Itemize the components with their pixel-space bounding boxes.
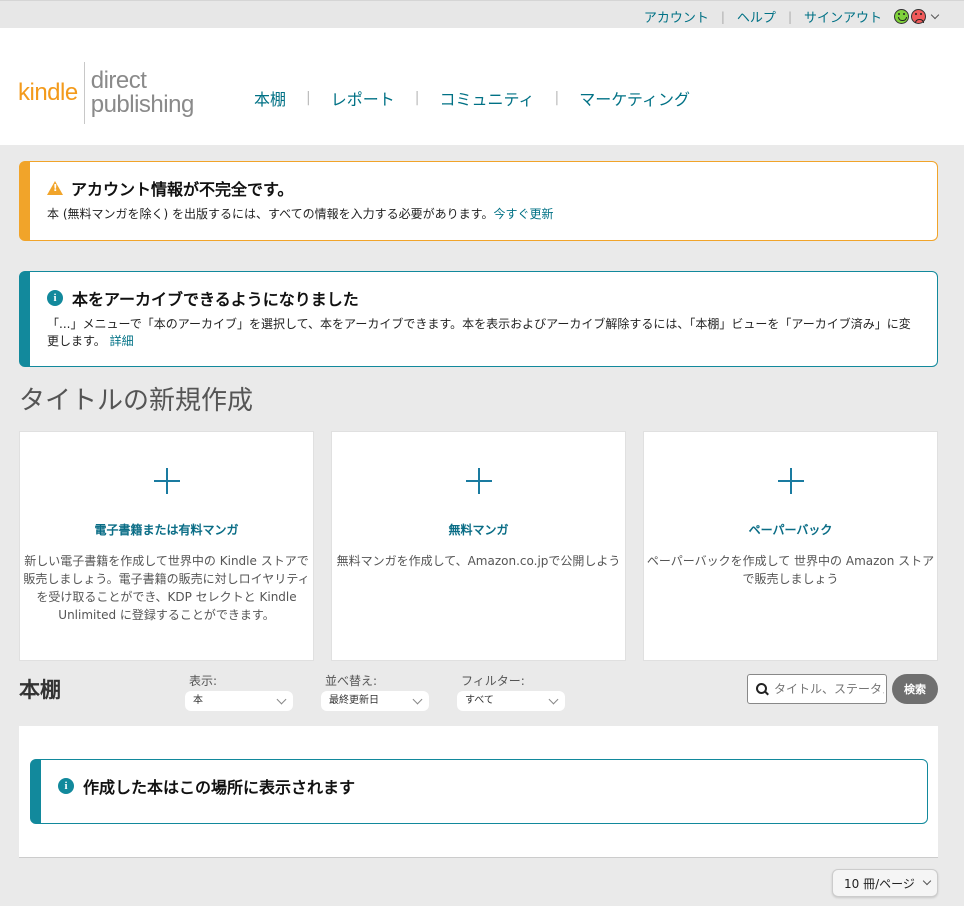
per-page-select[interactable]: 10 冊/ページ [832,869,938,897]
chevron-down-icon[interactable] [930,10,940,19]
top-utility-bar: アカウント | ヘルプ | サインアウト [0,0,964,28]
filter-select[interactable]: すべて [457,691,565,711]
account-links: アカウント | ヘルプ | サインアウト [644,7,940,26]
display-label: 表示: [189,674,218,688]
card-description: ペーパーバックを作成して 世界中の Amazon ストアで販売しましょう [646,554,935,586]
warning-icon [47,181,63,195]
info-title-text: 本をアーカイブできるようになりました [72,290,359,309]
display-control: 表示: 本 [185,672,293,711]
sort-select[interactable]: 最終更新日 [321,691,429,711]
empty-message-text: 作成した本はこの場所に表示されます [83,778,356,797]
alert-body: 「...」メニューで「本のアーカイブ」を選択して、本をアーカイブできます。本を表… [47,316,919,350]
alert-title: i 作成した本はこの場所に表示されます [58,774,355,798]
search-button[interactable]: 検索 [892,674,938,704]
warning-body-text: 本 (無料マンガを除く) を出版するには、すべての情報を入力する必要があります。 [47,207,494,221]
bookshelf-panel: i 作成した本はこの場所に表示されます [19,726,938,858]
logo-kindle-text: kindle [18,79,78,106]
plus-icon [777,468,804,494]
create-ebook-card[interactable]: 電子書籍または有料マンガ 新しい電子書籍を作成して世界中の Kindle ストア… [19,431,314,661]
account-incomplete-alert: アカウント情報が不完全です。 本 (無料マンガを除く) を出版するには、すべての… [19,161,938,241]
separator: | [414,90,420,106]
per-page-value: 10 冊/ページ [844,876,915,891]
card-title[interactable]: 無料マンガ [332,521,625,538]
empty-shelf-alert: i 作成した本はこの場所に表示されます [30,759,928,824]
search-icon [756,683,768,695]
logo-divider [83,62,85,124]
signout-link[interactable]: サインアウト [804,7,882,26]
info-body-text: 「...」メニューで「本のアーカイブ」を選択して、本をアーカイブできます。本を表… [47,317,911,348]
sad-face-icon[interactable] [911,9,926,24]
create-title-heading: タイトルの新規作成 [19,386,254,416]
card-title[interactable]: ペーパーバック [644,521,937,538]
alert-body: 本 (無料マンガを除く) を出版するには、すべての情報を入力する必要があります。… [47,206,919,223]
alert-title: アカウント情報が不完全です。 [47,176,293,200]
filter-label: フィルター: [461,674,525,688]
info-icon: i [47,290,63,306]
logo-direct-text: direct [90,67,147,94]
logo-dp-text: direct publishing [90,67,195,118]
main-nav: 本棚 | レポート | コミュニティ | マーケティング [254,86,690,110]
create-free-manga-card[interactable]: 無料マンガ 無料マンガを作成して、Amazon.co.jpで公開しよう [331,431,626,661]
plus-icon [465,468,492,494]
kdp-logo[interactable]: kindle direct publishing [18,62,194,124]
filter-control: フィルター: すべて [457,672,565,711]
separator: | [787,9,792,24]
nav-bookshelf[interactable]: 本棚 [254,86,286,110]
nav-marketing[interactable]: マーケティング [579,86,690,110]
warning-title-text: アカウント情報が不完全です。 [71,180,294,199]
separator: | [720,9,725,24]
card-description: 新しい電子書籍を作成して世界中の Kindle ストアで販売しましょう。電子書籍… [23,554,310,622]
search-input[interactable] [774,682,884,696]
update-now-link[interactable]: 今すぐ更新 [493,207,553,221]
card-title[interactable]: 電子書籍または有料マンガ [20,521,313,538]
separator: | [306,90,311,106]
help-link[interactable]: ヘルプ [737,7,776,26]
bookshelf-heading: 本棚 [19,678,61,702]
create-paperback-card[interactable]: ペーパーバック ペーパーバックを作成して 世界中の Amazon ストアで販売し… [643,431,938,661]
plus-icon [153,468,180,494]
archive-info-alert: i 本をアーカイブできるようになりました 「...」メニューで「本のアーカイブ」… [19,271,938,367]
logo-publishing-text: publishing [90,91,195,118]
site-header: kindle direct publishing 本棚 | レポート | コミュ… [0,28,964,145]
search-field[interactable] [747,674,887,704]
account-link[interactable]: アカウント [644,7,709,26]
card-description: 無料マンガを作成して、Amazon.co.jpで公開しよう [336,554,621,568]
happy-face-icon[interactable] [894,9,909,24]
sort-control: 並べ替え: 最終更新日 [321,672,429,711]
separator: | [554,90,560,106]
display-select[interactable]: 本 [185,691,293,711]
chevron-down-icon [922,876,932,886]
sort-label: 並べ替え: [325,674,378,688]
alert-title: i 本をアーカイブできるようになりました [47,286,359,310]
details-link[interactable]: 詳細 [110,334,134,348]
info-icon: i [58,778,74,794]
nav-community[interactable]: コミュニティ [439,86,534,110]
nav-reports[interactable]: レポート [331,86,395,110]
